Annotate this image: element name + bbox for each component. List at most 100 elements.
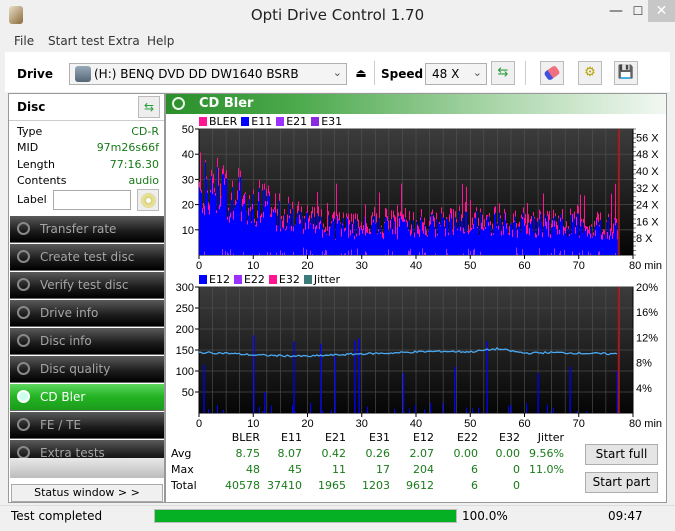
- nav-fe-te[interactable]: FE / TE: [10, 412, 164, 439]
- nav-transfer-rate[interactable]: Transfer rate: [10, 216, 164, 243]
- e11-bar: [247, 224, 248, 255]
- e11-bar: [383, 239, 384, 255]
- erase-button[interactable]: [540, 61, 564, 85]
- e21-bar: [366, 252, 367, 255]
- e21-bar: [345, 253, 346, 255]
- e11-bar: [372, 216, 373, 255]
- toolbar-separator: [374, 61, 375, 85]
- refresh-speed-button[interactable]: ⇆: [491, 61, 515, 85]
- nav-create-test-disc[interactable]: Create test disc: [10, 244, 164, 271]
- nav-label: Disc info: [40, 334, 92, 348]
- disc-tool-icon: [17, 418, 30, 431]
- label-disc-button[interactable]: [137, 189, 159, 211]
- e21-bar: [564, 249, 565, 255]
- e11-bar: [558, 218, 559, 255]
- menu-extra[interactable]: Extra: [108, 34, 140, 48]
- disc-tool-icon: [17, 306, 30, 319]
- drive-select[interactable]: (H:) BENQ DVD DD DW1640 BSRB ⌄: [69, 63, 347, 85]
- e11-bar: [255, 226, 256, 255]
- nav-drive-info[interactable]: Drive info: [10, 300, 164, 327]
- e11-bar: [376, 222, 377, 255]
- nav-disc-quality[interactable]: Disc quality: [10, 356, 164, 383]
- e11-bar: [421, 216, 422, 255]
- status-window-button[interactable]: Status window > >: [11, 484, 163, 502]
- start-part-button[interactable]: Start part: [585, 472, 658, 493]
- e11-bar: [256, 226, 257, 255]
- e11-bar: [312, 213, 313, 255]
- e11-bar: [271, 217, 272, 255]
- e11-bar: [556, 228, 557, 255]
- start-full-button[interactable]: Start full: [585, 444, 658, 465]
- e11-bar: [224, 184, 225, 255]
- menu-start-test[interactable]: Start test: [48, 34, 104, 48]
- disc-title: Disc: [17, 100, 46, 114]
- e11-bar: [223, 173, 224, 255]
- e11-bar: [505, 220, 506, 255]
- stats-header-e21: E21: [325, 431, 346, 444]
- e11-bar: [521, 218, 522, 255]
- nav-cd-bler[interactable]: CD Bler: [10, 384, 164, 411]
- e11-bar: [529, 235, 530, 255]
- menu-help[interactable]: Help: [147, 34, 174, 48]
- y-tick-label: 300: [176, 282, 194, 294]
- speed-select[interactable]: 48 X ⌄: [425, 63, 487, 85]
- e11-bar: [560, 221, 561, 255]
- x-tick-label: 70: [573, 418, 585, 429]
- e11-bar: [615, 225, 616, 255]
- e11-bar: [301, 212, 302, 255]
- label-input[interactable]: [53, 190, 131, 210]
- e11-bar: [403, 221, 404, 255]
- e11-bar: [494, 214, 495, 255]
- stats-cell: 48: [246, 463, 260, 476]
- nav-label: Disc quality: [40, 362, 111, 376]
- nav-verify-test-disc[interactable]: Verify test disc: [10, 272, 164, 299]
- e11-bar: [205, 162, 206, 255]
- e11-bar: [363, 229, 364, 255]
- e11-bar: [405, 217, 406, 255]
- e21-bar: [310, 250, 311, 255]
- stats-cell: 8.07: [277, 447, 303, 460]
- x-tick-label: 80 min: [629, 418, 662, 429]
- e11-bar: [387, 220, 388, 255]
- close-button[interactable]: ✕: [648, 0, 675, 22]
- e11-bar: [359, 235, 360, 255]
- e21-bar: [447, 253, 448, 255]
- y2-tick-label: 4%: [636, 383, 652, 395]
- e21-bar: [392, 251, 393, 255]
- e21-bar: [282, 253, 283, 255]
- e11-bar: [394, 221, 395, 255]
- save-button[interactable]: 💾: [614, 61, 638, 85]
- maximize-button[interactable]: ☐: [631, 0, 645, 24]
- menu-file[interactable]: File: [14, 34, 34, 48]
- e11-bar: [602, 239, 603, 255]
- refresh-icon: ⇆: [143, 100, 155, 114]
- e11-bar: [336, 216, 337, 255]
- e11-bar: [379, 217, 380, 255]
- nav-disc-info[interactable]: Disc info: [10, 328, 164, 355]
- e11-bar: [594, 226, 595, 255]
- e11-bar: [310, 224, 311, 255]
- y2-tick-label: 32 X: [636, 183, 659, 195]
- e11-bar: [391, 219, 392, 255]
- disc-refresh-button[interactable]: ⇆: [138, 96, 160, 118]
- e11-bar: [549, 219, 550, 255]
- status-text: Test completed: [11, 509, 103, 523]
- e11-bar: [309, 221, 310, 255]
- minimize-button[interactable]: —: [605, 0, 627, 24]
- drive-value: (H:) BENQ DVD DD DW1640 BSRB: [94, 67, 299, 81]
- e12-bar: [586, 411, 587, 413]
- settings-button[interactable]: ⚙: [578, 61, 602, 85]
- eject-button[interactable]: ⏏: [351, 63, 371, 83]
- e11-bar: [361, 230, 362, 255]
- e12-bar: [354, 340, 356, 413]
- e12-bar: [394, 408, 395, 413]
- y2-tick-label: 8%: [636, 358, 652, 370]
- stats-row-label: Total: [171, 479, 197, 492]
- e11-bar: [514, 221, 515, 255]
- e11-bar: [244, 203, 245, 255]
- e11-bar: [562, 218, 563, 255]
- e21-bar: [270, 252, 271, 255]
- y-tick-label: 100: [176, 366, 194, 378]
- e11-bar: [411, 233, 412, 255]
- stats-cell: 17: [376, 463, 390, 476]
